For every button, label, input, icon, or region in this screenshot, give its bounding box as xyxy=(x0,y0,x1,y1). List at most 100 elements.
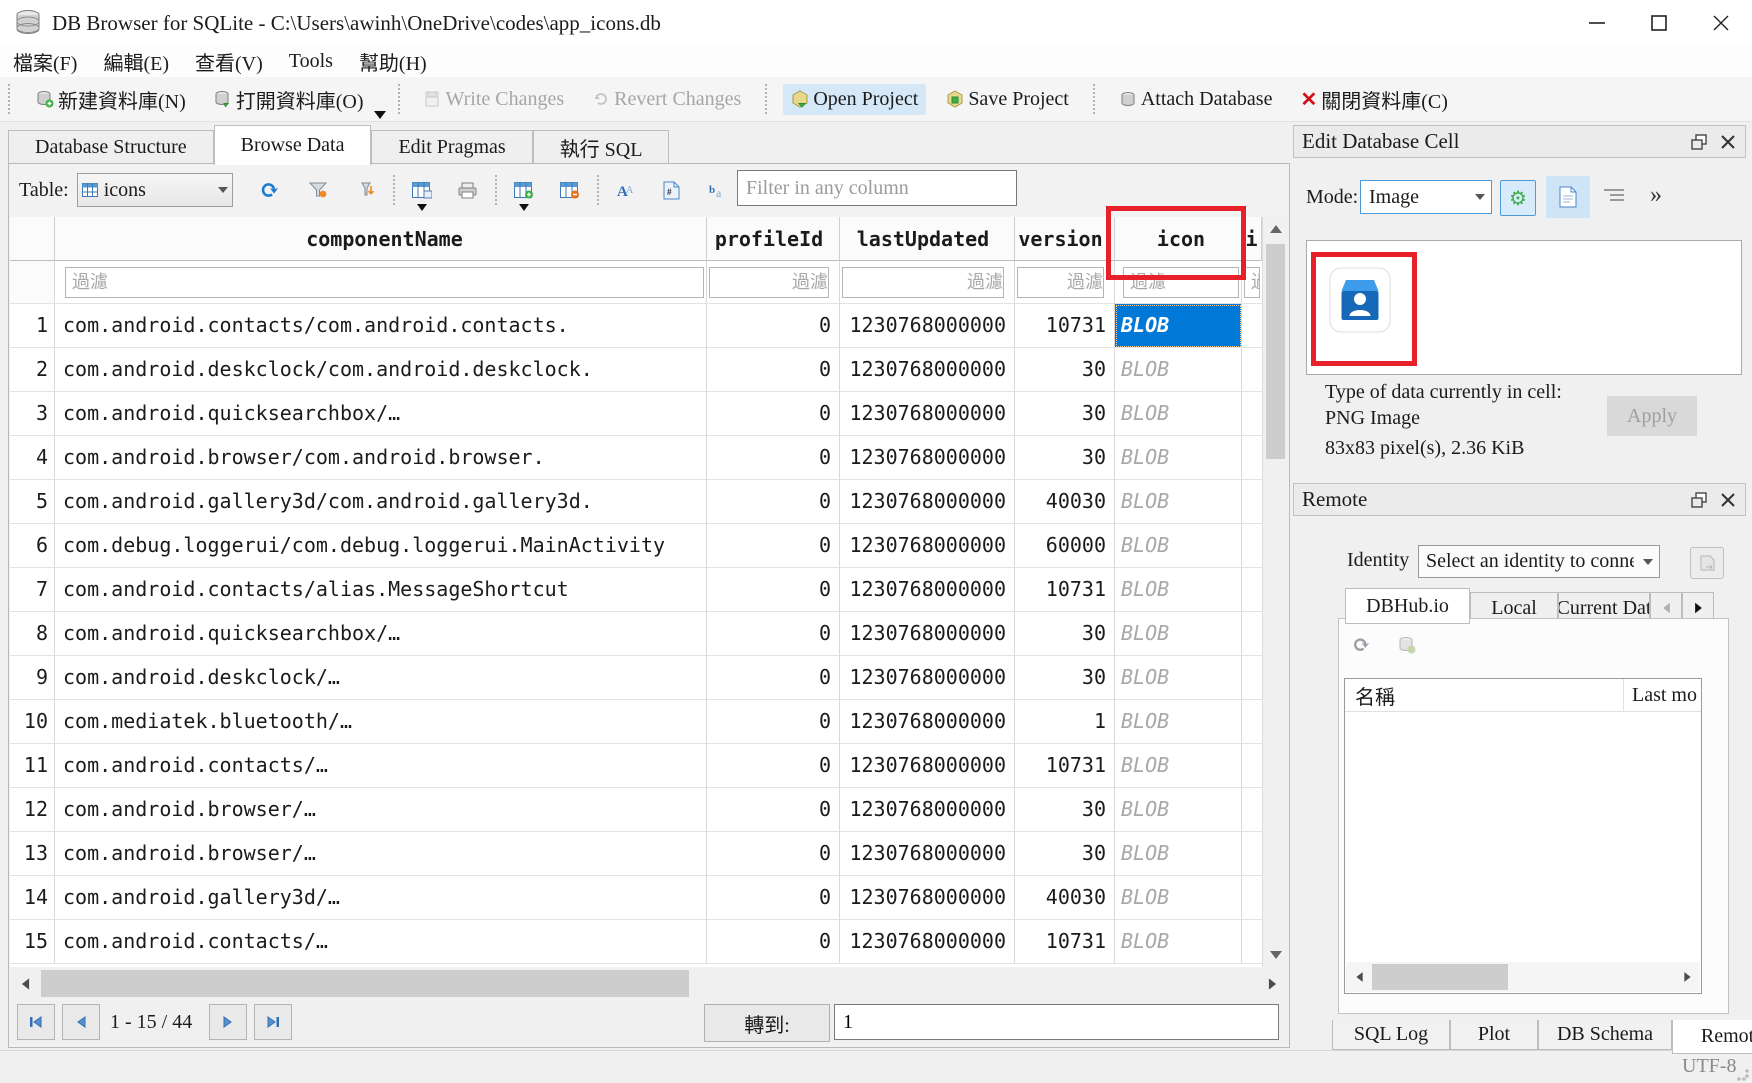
cell-componentName[interactable]: com.android.quicksearchbox/… xyxy=(55,392,707,436)
cell-profileId[interactable]: 0 xyxy=(707,700,840,744)
filter-icon[interactable]: 過濾 xyxy=(1115,261,1242,304)
more-tools-button[interactable]: » xyxy=(1650,182,1662,209)
menu-help[interactable]: 幫助(H) xyxy=(346,46,440,77)
cell-componentName[interactable]: com.android.contacts/… xyxy=(55,920,707,964)
row-number[interactable]: 4 xyxy=(10,436,55,480)
mode-select[interactable]: Image xyxy=(1360,180,1492,214)
row-number[interactable]: 3 xyxy=(10,392,55,436)
tab-remote[interactable]: Remote xyxy=(1672,1020,1752,1054)
cell-partial[interactable] xyxy=(1242,788,1262,832)
row-number[interactable]: 13 xyxy=(10,832,55,876)
revert-changes-button[interactable]: Revert Changes xyxy=(584,84,749,115)
tab-db-schema[interactable]: DB Schema xyxy=(1538,1020,1672,1050)
remote-list-hscrollbar[interactable] xyxy=(1346,962,1700,992)
cell-profileId[interactable]: 0 xyxy=(707,480,840,524)
print-button[interactable] xyxy=(453,176,483,204)
remote-clone-button[interactable] xyxy=(1398,636,1416,659)
cell-partial[interactable] xyxy=(1242,524,1262,568)
vertical-scrollbar-thumb[interactable] xyxy=(1266,244,1285,459)
next-page-button[interactable] xyxy=(209,1004,247,1040)
cell-lastUpdated[interactable]: 1230768000000 xyxy=(840,436,1015,480)
float-panel-icon[interactable] xyxy=(1691,134,1707,150)
tab-edit-pragmas[interactable]: Edit Pragmas xyxy=(371,130,532,164)
vertical-scrollbar[interactable] xyxy=(1262,217,1288,967)
cell-profileId[interactable]: 0 xyxy=(707,524,840,568)
cell-icon-blob[interactable]: BLOB xyxy=(1115,304,1242,348)
new-database-button[interactable]: 新建資料庫(N) xyxy=(28,81,194,118)
row-number[interactable]: 8 xyxy=(10,612,55,656)
scroll-down-button[interactable] xyxy=(1263,943,1288,967)
cell-lastUpdated[interactable]: 1230768000000 xyxy=(840,832,1015,876)
cell-version[interactable]: 10731 xyxy=(1015,744,1115,788)
cell-icon-blob[interactable]: BLOB xyxy=(1115,744,1242,788)
previous-page-button[interactable] xyxy=(62,1004,100,1040)
scroll-left-button[interactable] xyxy=(1346,962,1372,992)
float-panel-icon[interactable] xyxy=(1691,492,1707,508)
tab-sql-log[interactable]: SQL Log xyxy=(1332,1020,1450,1050)
cell-version[interactable]: 30 xyxy=(1015,348,1115,392)
row-number[interactable]: 11 xyxy=(10,744,55,788)
row-number[interactable]: 9 xyxy=(10,656,55,700)
menu-edit[interactable]: 編輯(E) xyxy=(90,46,182,77)
cell-partial[interactable] xyxy=(1242,348,1262,392)
cell-partial[interactable] xyxy=(1242,436,1262,480)
open-database-dropdown-arrow[interactable] xyxy=(374,111,386,119)
apply-button[interactable]: Apply xyxy=(1607,396,1697,436)
align-format-button[interactable]: ba xyxy=(703,176,733,204)
column-header-version[interactable]: version xyxy=(1015,217,1115,261)
clear-filters-button[interactable] xyxy=(303,176,333,204)
save-project-button[interactable]: Save Project xyxy=(938,84,1077,115)
remote-refresh-button[interactable]: ⟳ xyxy=(1352,632,1370,658)
cell-lastUpdated[interactable]: 1230768000000 xyxy=(840,392,1015,436)
cell-icon-blob[interactable]: BLOB xyxy=(1115,348,1242,392)
cell-partial[interactable] xyxy=(1242,744,1262,788)
cell-profileId[interactable]: 0 xyxy=(707,568,840,612)
cell-partial[interactable] xyxy=(1242,480,1262,524)
cell-icon-blob[interactable]: BLOB xyxy=(1115,480,1242,524)
cell-icon-blob[interactable]: BLOB xyxy=(1115,612,1242,656)
last-page-button[interactable] xyxy=(254,1004,292,1040)
tab-execute-sql[interactable]: 執行 SQL xyxy=(533,130,670,164)
attach-database-button[interactable]: Attach Database xyxy=(1111,84,1281,115)
cell-componentName[interactable]: com.android.quicksearchbox/… xyxy=(55,612,707,656)
import-text-button[interactable]: # xyxy=(657,176,687,204)
cell-partial[interactable] xyxy=(1242,612,1262,656)
cell-partial[interactable] xyxy=(1242,568,1262,612)
maximize-button[interactable] xyxy=(1628,1,1690,45)
cell-profileId[interactable]: 0 xyxy=(707,656,840,700)
row-number[interactable]: 12 xyxy=(10,788,55,832)
horizontal-scrollbar-thumb[interactable] xyxy=(1372,964,1508,990)
cell-profileId[interactable]: 0 xyxy=(707,392,840,436)
cell-lastUpdated[interactable]: 1230768000000 xyxy=(840,348,1015,392)
filter-componentName[interactable]: 過濾 xyxy=(55,261,707,304)
cell-partial[interactable] xyxy=(1242,392,1262,436)
cell-version[interactable]: 30 xyxy=(1015,788,1115,832)
cell-componentName[interactable]: com.android.browser/com.android.browser. xyxy=(55,436,707,480)
cell-icon-blob[interactable]: BLOB xyxy=(1115,788,1242,832)
cell-componentName[interactable]: com.android.deskclock/… xyxy=(55,656,707,700)
list-header-name[interactable]: 名稱 xyxy=(1345,679,1624,711)
filter-partial[interactable]: 過濾 xyxy=(1242,261,1262,304)
tab-browse-data[interactable]: Browse Data xyxy=(214,125,372,165)
row-number[interactable]: 5 xyxy=(10,480,55,524)
goto-button[interactable]: 轉到: xyxy=(704,1004,830,1042)
minimize-button[interactable] xyxy=(1566,1,1628,45)
cell-lastUpdated[interactable]: 1230768000000 xyxy=(840,700,1015,744)
resize-grip[interactable] xyxy=(1737,1069,1749,1081)
insert-record-options-button[interactable] xyxy=(407,176,437,204)
scroll-left-button[interactable] xyxy=(10,968,40,999)
cell-lastUpdated[interactable]: 1230768000000 xyxy=(840,788,1015,832)
cell-icon-blob[interactable]: BLOB xyxy=(1115,656,1242,700)
column-header-partial[interactable]: i xyxy=(1242,217,1262,261)
cell-lastUpdated[interactable]: 1230768000000 xyxy=(840,876,1015,920)
cell-version[interactable]: 30 xyxy=(1015,392,1115,436)
cell-partial[interactable] xyxy=(1242,700,1262,744)
horizontal-scrollbar-thumb[interactable] xyxy=(41,970,689,997)
new-record-button[interactable] xyxy=(509,176,539,204)
save-filter-button[interactable] xyxy=(351,176,381,204)
toolbar-drag-handle[interactable] xyxy=(8,84,16,114)
goto-record-input[interactable] xyxy=(834,1004,1279,1040)
refresh-button[interactable]: ⟳ xyxy=(255,176,285,204)
cell-partial[interactable] xyxy=(1242,832,1262,876)
cell-profileId[interactable]: 0 xyxy=(707,436,840,480)
